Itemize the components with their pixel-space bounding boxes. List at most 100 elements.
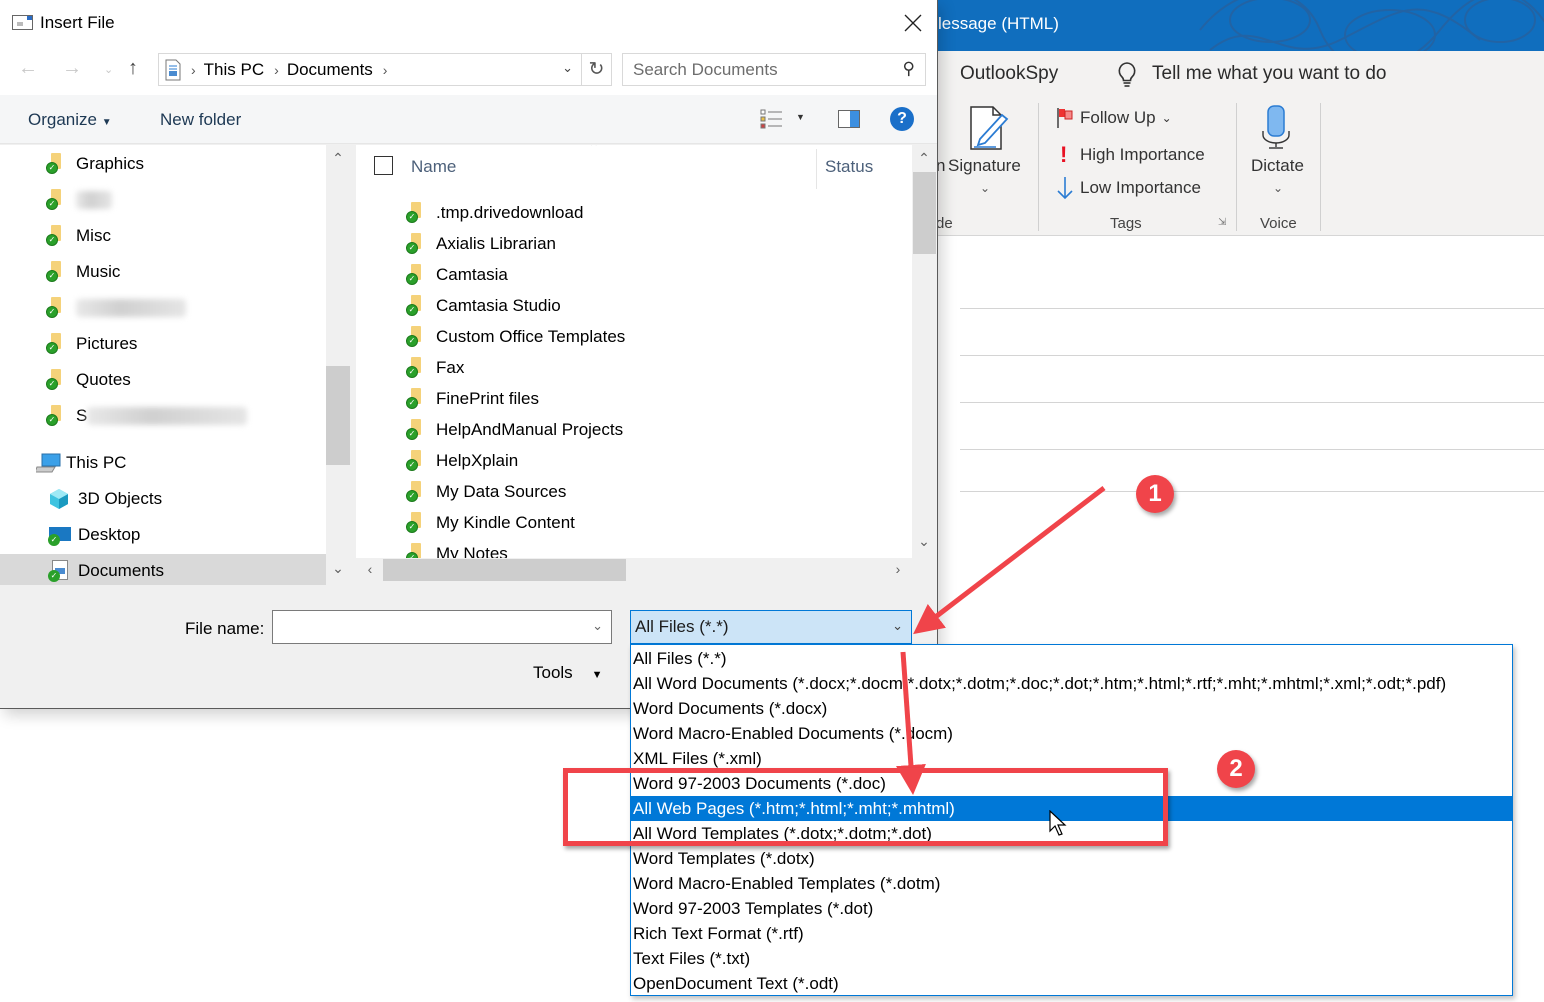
file-name-input[interactable]: [273, 611, 573, 643]
search-input[interactable]: [623, 54, 883, 85]
dictate-button[interactable]: Dictate: [1251, 156, 1304, 176]
file-list-row[interactable]: ✓ FinePrint files: [356, 383, 912, 414]
preview-pane-button[interactable]: [838, 110, 860, 133]
folder-synced-icon: ✓: [46, 153, 66, 175]
scrollbar-thumb[interactable]: [326, 366, 350, 465]
file-list-row[interactable]: ✓ My Kindle Content: [356, 507, 912, 538]
breadcrumb-documents[interactable]: Documents: [287, 60, 373, 80]
file-list-row[interactable]: ✓ Camtasia: [356, 259, 912, 290]
nav-item-label: 3D Objects: [78, 489, 163, 508]
file-type-option[interactable]: Word Templates (*.dotx): [631, 846, 1512, 871]
header-field-line: [960, 402, 1544, 403]
tab-outlookspy[interactable]: OutlookSpy: [960, 63, 1058, 85]
header-field-line: [960, 308, 1544, 309]
dialog-launcher-icon[interactable]: ⇲: [1218, 217, 1226, 228]
file-type-option[interactable]: Word 97-2003 Templates (*.dot): [631, 896, 1512, 921]
file-type-select[interactable]: All Files (*.*) ⌄: [630, 610, 912, 644]
scroll-down-icon[interactable]: ⌄: [912, 533, 936, 550]
select-all-checkbox[interactable]: [374, 156, 393, 175]
view-options-button[interactable]: [760, 109, 784, 134]
file-type-option[interactable]: Text Files (*.txt): [631, 946, 1512, 971]
help-icon[interactable]: ?: [890, 107, 914, 131]
file-list-row[interactable]: ✓ My Notes: [356, 538, 912, 558]
scroll-up-icon[interactable]: ⌃: [326, 150, 350, 167]
file-list-row[interactable]: ✓ Custom Office Templates: [356, 321, 912, 352]
tools-button[interactable]: Tools ▼: [533, 663, 602, 683]
search-box[interactable]: ⚲: [622, 53, 926, 86]
file-type-option[interactable]: All Files (*.*): [631, 646, 1512, 671]
dictate-chevron-icon[interactable]: ⌄: [1273, 181, 1283, 195]
breadcrumb-separator-icon[interactable]: ›: [383, 62, 388, 78]
file-list-row[interactable]: ✓ HelpXplain: [356, 445, 912, 476]
nav-item-this-pc[interactable]: This PC: [0, 446, 326, 480]
file-list-hscrollbar[interactable]: ‹ ›: [356, 558, 912, 583]
nav-item-pictures[interactable]: ✓ Pictures: [0, 327, 326, 361]
column-header-status[interactable]: Status: [825, 157, 873, 177]
annotation-badge-1: 1: [1136, 475, 1174, 513]
recent-locations-button[interactable]: ⌄: [104, 63, 113, 76]
column-divider[interactable]: [816, 149, 817, 189]
file-type-option[interactable]: XML Files (*.xml): [631, 746, 1512, 771]
scroll-right-icon[interactable]: ›: [886, 561, 910, 577]
nav-item-quotes[interactable]: ✓ Quotes: [0, 363, 326, 397]
file-name: My Kindle Content: [436, 512, 575, 532]
low-importance-button[interactable]: Low Importance: [1056, 176, 1201, 200]
nav-pane-scrollbar[interactable]: ⌃ ⌄: [326, 145, 351, 585]
address-dropdown-icon[interactable]: ⌄: [562, 60, 573, 76]
file-list-row[interactable]: ✓ My Data Sources: [356, 476, 912, 507]
nav-item-documents[interactable]: ✓ Documents: [0, 554, 326, 585]
nav-item-blurred[interactable]: ✓ S: [0, 399, 326, 433]
close-button[interactable]: [896, 8, 930, 38]
file-type-option[interactable]: Word Macro-Enabled Templates (*.dotm): [631, 871, 1512, 896]
address-bar[interactable]: › This PC › Documents › ⌄: [158, 53, 582, 86]
file-type-option[interactable]: Word Documents (*.docx): [631, 696, 1512, 721]
signature-chevron-icon[interactable]: ⌄: [980, 181, 990, 195]
scrollbar-thumb[interactable]: [913, 172, 936, 254]
file-type-option[interactable]: All Word Documents (*.docx;*.docm;*.dotx…: [631, 671, 1512, 696]
file-list-row[interactable]: ✓ Camtasia Studio: [356, 290, 912, 321]
file-list-row[interactable]: ✓ HelpAndManual Projects: [356, 414, 912, 445]
forward-button[interactable]: →: [62, 57, 82, 80]
view-dropdown-icon[interactable]: ▼: [796, 112, 805, 122]
file-type-option[interactable]: All Word Templates (*.dotx;*.dotm;*.dot): [631, 821, 1512, 846]
organize-button[interactable]: Organize ▼: [28, 110, 112, 130]
nav-item-3d-objects[interactable]: 3D Objects: [0, 482, 326, 516]
chevron-down-icon[interactable]: ⌄: [592, 618, 603, 634]
scroll-up-icon[interactable]: ⌃: [912, 150, 936, 167]
scrollbar-thumb[interactable]: [383, 559, 626, 581]
file-list-vscrollbar[interactable]: ⌃ ⌄: [912, 145, 937, 558]
nav-item-misc[interactable]: ✓ Misc: [0, 219, 326, 253]
new-folder-button[interactable]: New folder: [160, 110, 241, 130]
up-button[interactable]: ↑: [128, 57, 138, 80]
refresh-button[interactable]: ↻: [582, 53, 612, 86]
nav-item-graphics[interactable]: ✓ Graphics: [0, 147, 326, 181]
file-type-option[interactable]: Word 97-2003 Documents (*.doc): [631, 771, 1512, 796]
follow-up-button[interactable]: Follow Up ⌄: [1056, 107, 1172, 129]
back-button[interactable]: ←: [18, 57, 38, 80]
column-header-name[interactable]: Name: [411, 157, 456, 177]
file-list-row[interactable]: ✓ Fax: [356, 352, 912, 383]
scroll-down-icon[interactable]: ⌄: [326, 560, 350, 577]
file-type-option[interactable]: Rich Text Format (*.rtf): [631, 921, 1512, 946]
nav-item-blurred[interactable]: ✓: [0, 183, 326, 217]
file-list-row[interactable]: ✓ .tmp.drivedownload: [356, 197, 912, 228]
computer-icon: [36, 453, 61, 473]
documents-location-icon: [165, 59, 181, 80]
low-importance-label: Low Importance: [1080, 178, 1201, 197]
chevron-down-icon[interactable]: ⌄: [892, 618, 903, 634]
file-type-option[interactable]: OpenDocument Text (*.odt): [631, 971, 1512, 996]
scroll-left-icon[interactable]: ‹: [358, 561, 382, 577]
nav-item-music[interactable]: ✓ Music: [0, 255, 326, 289]
nav-item-blurred[interactable]: ✓: [0, 291, 326, 325]
file-name-combobox[interactable]: ⌄: [272, 610, 612, 644]
file-type-option[interactable]: Word Macro-Enabled Documents (*.docm): [631, 721, 1512, 746]
signature-button[interactable]: Signature: [948, 156, 1021, 176]
breadcrumb-this-pc[interactable]: This PC: [204, 60, 264, 80]
insert-file-icon: [12, 15, 33, 30]
file-type-option[interactable]: All Web Pages (*.htm;*.html;*.mht;*.mhtm…: [631, 796, 1512, 821]
breadcrumb-separator-icon[interactable]: ›: [274, 62, 279, 78]
tell-me-search[interactable]: Tell me what you want to do: [1152, 63, 1386, 85]
nav-item-desktop[interactable]: ✓ Desktop: [0, 518, 326, 552]
file-list-row[interactable]: ✓ Axialis Librarian: [356, 228, 912, 259]
high-importance-button[interactable]: ! High Importance: [1060, 142, 1205, 168]
